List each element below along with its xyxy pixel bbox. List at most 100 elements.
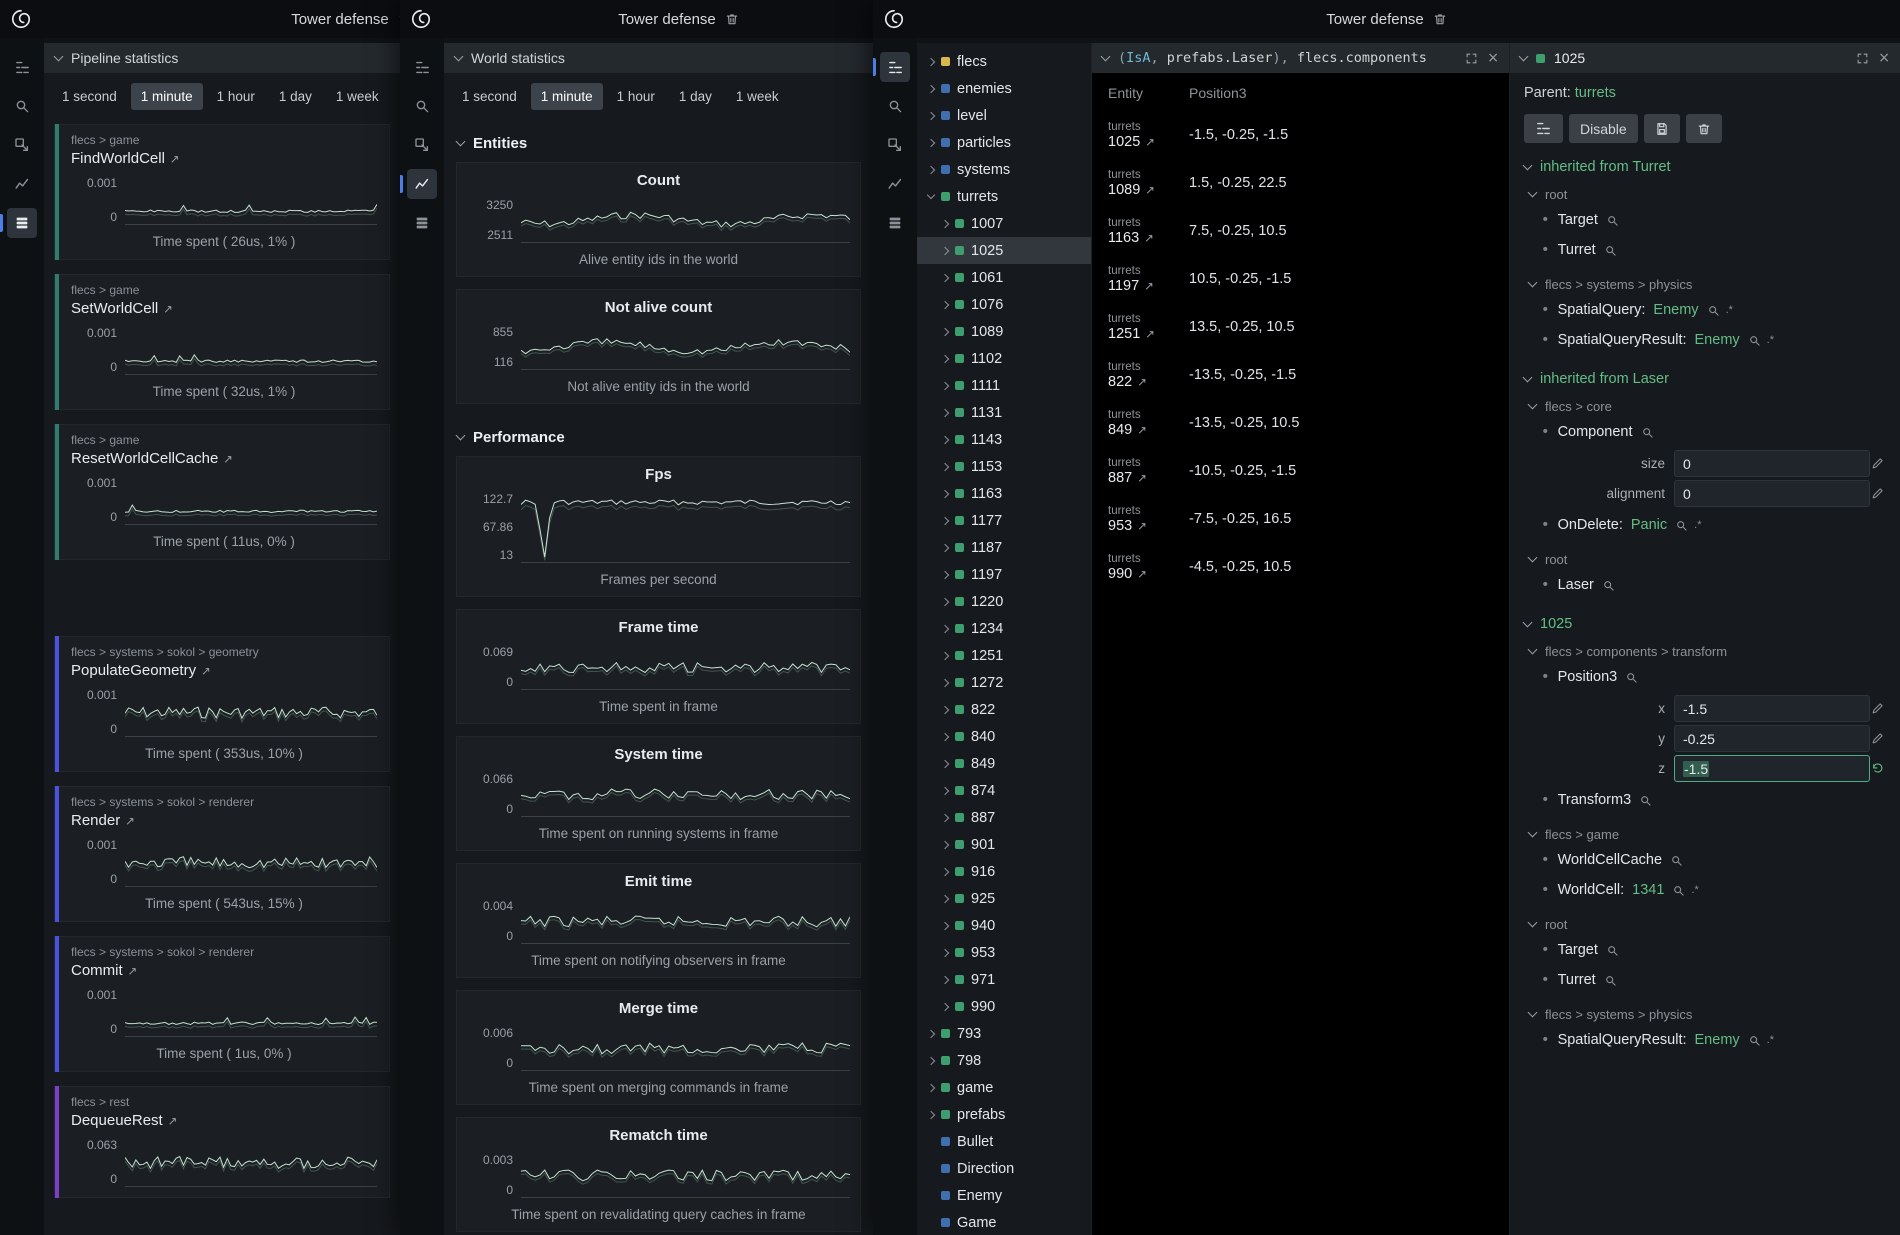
search-icon[interactable] <box>1625 671 1638 684</box>
tree-item-849[interactable]: 849 <box>917 750 1091 777</box>
tree-item-1234[interactable]: 1234 <box>917 615 1091 642</box>
tree-item-793[interactable]: 793 <box>917 1020 1091 1047</box>
tree-item-901[interactable]: 901 <box>917 831 1091 858</box>
search-icon[interactable] <box>1675 519 1688 532</box>
tree-item-1025[interactable]: 1025 <box>917 237 1091 264</box>
component-name[interactable]: Component <box>1558 424 1633 440</box>
component-name[interactable]: Turret <box>1558 242 1596 258</box>
field-input-x[interactable]: -1.5 <box>1674 695 1870 722</box>
section-header-entities[interactable]: Entities <box>444 122 873 162</box>
component-group-header[interactable]: root <box>1529 917 1886 932</box>
field-input-alignment[interactable]: 0 <box>1674 480 1870 507</box>
field-input-y[interactable]: -0.25 <box>1674 725 1870 752</box>
component-group-header[interactable]: flecs > systems > physics <box>1529 277 1886 292</box>
tree-item-1111[interactable]: 1111 <box>917 372 1091 399</box>
tree-item-1163[interactable]: 1163 <box>917 480 1091 507</box>
component-name[interactable]: SpatialQuery: <box>1558 302 1646 318</box>
search-icon[interactable] <box>1606 944 1619 957</box>
component-group-header[interactable]: flecs > components > transform <box>1529 644 1886 659</box>
time-range-1-day[interactable]: 1 day <box>669 83 722 110</box>
entity-link[interactable]: 1089↗ <box>1108 182 1189 198</box>
pipeline-panel-header[interactable]: Pipeline statistics <box>44 43 400 73</box>
time-range-1-hour[interactable]: 1 hour <box>607 83 665 110</box>
stats-icon[interactable] <box>880 208 910 238</box>
component-name[interactable]: SpatialQueryResult: <box>1558 332 1687 348</box>
component-value-link[interactable]: Panic <box>1631 517 1667 533</box>
tree-item-Bullet[interactable]: Bullet <box>917 1128 1091 1155</box>
component-name[interactable]: OnDelete: <box>1558 517 1623 533</box>
component-value-link[interactable]: 1341 <box>1632 882 1664 898</box>
tree-item-1272[interactable]: 1272 <box>917 669 1091 696</box>
entity-link[interactable]: 849↗ <box>1108 422 1189 438</box>
time-range-1-minute[interactable]: 1 minute <box>531 83 603 110</box>
tree-item-Game[interactable]: Game <box>917 1209 1091 1235</box>
time-range-1-second[interactable]: 1 second <box>52 83 127 110</box>
component-name[interactable]: Laser <box>1558 577 1594 593</box>
tree-item-1007[interactable]: 1007 <box>917 210 1091 237</box>
component-name[interactable]: WorldCellCache <box>1558 852 1663 868</box>
tree-item-1197[interactable]: 1197 <box>917 561 1091 588</box>
search-icon[interactable] <box>1639 794 1652 807</box>
search-icon[interactable] <box>407 91 437 121</box>
query-expression[interactable]: (IsA, prefabs.Laser), flecs.components <box>1118 50 1456 66</box>
entity-link[interactable]: 887↗ <box>1108 470 1189 486</box>
search-icon[interactable] <box>1641 426 1654 439</box>
tree-item-925[interactable]: 925 <box>917 885 1091 912</box>
entity-link[interactable]: 1163↗ <box>1108 230 1189 246</box>
component-value-link[interactable]: Enemy <box>1653 302 1698 318</box>
component-name[interactable]: WorldCell: <box>1558 882 1625 898</box>
tree-item-916[interactable]: 916 <box>917 858 1091 885</box>
component-group-header[interactable]: flecs > systems > physics <box>1529 1007 1886 1022</box>
entity-link[interactable]: 953↗ <box>1108 518 1189 534</box>
inspector-section-header[interactable]: inherited from Laser <box>1524 371 1886 387</box>
entity-tree-icon[interactable] <box>407 52 437 82</box>
tree-item-1187[interactable]: 1187 <box>917 534 1091 561</box>
close-icon[interactable]: × <box>1487 50 1499 66</box>
component-value-link[interactable]: Enemy <box>1695 332 1740 348</box>
edit-pencil-icon[interactable] <box>1871 702 1886 715</box>
tree-item-874[interactable]: 874 <box>917 777 1091 804</box>
tree-item-1089[interactable]: 1089 <box>917 318 1091 345</box>
tree-item-Direction[interactable]: Direction <box>917 1155 1091 1182</box>
tree-item-798[interactable]: 798 <box>917 1047 1091 1074</box>
toggle-tree-button[interactable] <box>1524 114 1563 143</box>
inspector-section-header[interactable]: 1025 <box>1524 616 1886 632</box>
component-name[interactable]: Target <box>1558 212 1598 228</box>
search-icon[interactable] <box>1604 974 1617 987</box>
tree-item-1061[interactable]: 1061 <box>917 264 1091 291</box>
tree-item-953[interactable]: 953 <box>917 939 1091 966</box>
stat-name-link[interactable]: FindWorldCell↗ <box>71 150 377 167</box>
inspect-icon[interactable] <box>407 130 437 160</box>
inspect-icon[interactable] <box>880 130 910 160</box>
search-icon[interactable] <box>1672 884 1685 897</box>
delete-button[interactable] <box>1686 114 1722 143</box>
entity-link[interactable]: 822↗ <box>1108 374 1189 390</box>
entity-link[interactable]: 1025↗ <box>1108 134 1189 150</box>
inspect-icon[interactable] <box>7 130 37 160</box>
stat-name-link[interactable]: Render↗ <box>71 812 377 829</box>
tree-item-1220[interactable]: 1220 <box>917 588 1091 615</box>
revert-icon[interactable] <box>1871 762 1886 775</box>
tree-item-level[interactable]: level <box>917 102 1091 129</box>
entity-tree-icon[interactable] <box>880 52 910 82</box>
chart-icon[interactable] <box>880 169 910 199</box>
tree-item-971[interactable]: 971 <box>917 966 1091 993</box>
delete-world-icon[interactable] <box>1433 12 1447 26</box>
entity-link[interactable]: 990↗ <box>1108 566 1189 582</box>
tree-item-822[interactable]: 822 <box>917 696 1091 723</box>
tree-item-systems[interactable]: systems <box>917 156 1091 183</box>
stat-name-link[interactable]: DequeueRest↗ <box>71 1112 377 1129</box>
tree-item-enemies[interactable]: enemies <box>917 75 1091 102</box>
component-group-header[interactable]: flecs > core <box>1529 399 1886 414</box>
search-icon[interactable] <box>1602 579 1615 592</box>
time-range-1-week[interactable]: 1 week <box>726 83 789 110</box>
time-range-1-day[interactable]: 1 day <box>269 83 322 110</box>
tree-item-flecs[interactable]: flecs <box>917 48 1091 75</box>
component-group-header[interactable]: root <box>1529 187 1886 202</box>
time-range-1-second[interactable]: 1 second <box>452 83 527 110</box>
component-name[interactable]: Position3 <box>1558 669 1618 685</box>
tree-item-1143[interactable]: 1143 <box>917 426 1091 453</box>
search-icon[interactable] <box>1604 244 1617 257</box>
tree-item-prefabs[interactable]: prefabs <box>917 1101 1091 1128</box>
search-icon[interactable] <box>1707 304 1720 317</box>
